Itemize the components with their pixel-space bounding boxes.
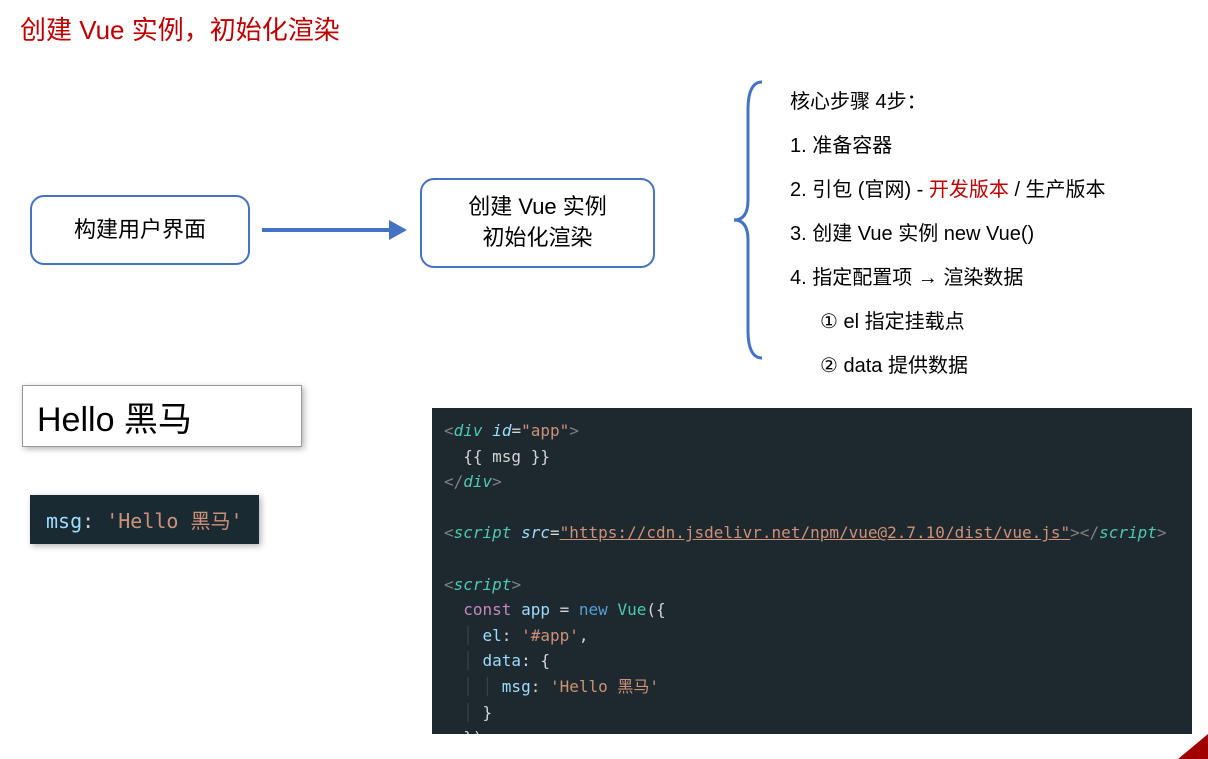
c25: app: [521, 600, 550, 619]
c19: script: [1099, 523, 1157, 542]
step-2-pre: 2. 引包 (官网) -: [790, 179, 929, 201]
box-left-text: 构建用户界面: [74, 215, 206, 246]
msg-colon: :: [82, 509, 106, 533]
step-sub2: ② data 提供数据: [790, 344, 1106, 388]
c8: {{ msg }}: [444, 447, 550, 466]
c5: =: [511, 421, 521, 440]
c7: >: [569, 421, 579, 440]
step-2: 2. 引包 (官网) - 开发版本 / 生产版本: [790, 168, 1106, 212]
c17: "https://cdn.jsdelivr.net/npm/vue@2.7.10…: [560, 523, 1071, 542]
steps-list: 核心步骤 4步： 1. 准备容器 2. 引包 (官网) - 开发版本 / 生产版…: [790, 80, 1106, 388]
box-create-vue: 创建 Vue 实例 初始化渲染: [420, 178, 655, 268]
step-sub1: ① el 指定挂载点: [790, 300, 1106, 344]
c28: Vue: [617, 600, 646, 619]
hello-text: Hello 黑马: [37, 392, 192, 441]
c10: div: [463, 472, 492, 491]
arrow-icon: [262, 222, 407, 238]
step-2-red: 开发版本: [929, 179, 1009, 201]
c26: =: [550, 600, 579, 619]
c38: }): [463, 728, 482, 734]
step-1: 1. 准备容器: [790, 124, 1106, 168]
corner-decoration: [1178, 734, 1208, 759]
c3: [483, 421, 493, 440]
c11: >: [492, 472, 502, 491]
c13: script: [454, 523, 512, 542]
c31: '#app': [521, 626, 579, 645]
code-block: <div id="app"> {{ msg }} </div> <script …: [432, 408, 1192, 734]
brace-icon: [730, 80, 770, 360]
c16: =: [550, 523, 560, 542]
c12: <: [444, 523, 454, 542]
step-3: 3. 创建 Vue 实例 new Vue(): [790, 212, 1106, 256]
c14: [511, 523, 521, 542]
box-right-line2: 初始化渲染: [468, 223, 607, 254]
c36: 'Hello 黑马': [550, 677, 659, 696]
msg-val: 'Hello 黑马': [106, 509, 242, 533]
page-title: 创建 Vue 实例，初始化渲染: [20, 10, 340, 47]
c29: ({: [646, 600, 665, 619]
c1: <: [444, 421, 454, 440]
c20: >: [1157, 523, 1167, 542]
box-right-line1: 创建 Vue 实例: [468, 192, 607, 223]
c35: msg: [502, 677, 531, 696]
step-2-post: / 生产版本: [1009, 179, 1106, 201]
c4: id: [492, 421, 511, 440]
c22: script: [454, 575, 512, 594]
c34: : {: [521, 651, 550, 670]
c2: div: [454, 421, 483, 440]
c33: data: [483, 651, 522, 670]
c37: }: [483, 703, 493, 722]
c23: >: [511, 575, 521, 594]
c18: ></: [1070, 523, 1099, 542]
c6: "app": [521, 421, 569, 440]
c32: ,: [579, 626, 589, 645]
hello-output: Hello 黑马: [22, 385, 302, 447]
step-4: 4. 指定配置项 → 渲染数据: [790, 256, 1106, 300]
c30: el: [483, 626, 502, 645]
msg-key: msg: [46, 509, 82, 533]
c21: <: [444, 575, 454, 594]
msg-snippet: msg: 'Hello 黑马': [30, 495, 259, 544]
c9: </: [444, 472, 463, 491]
c27: new: [579, 600, 608, 619]
box-build-ui: 构建用户界面: [30, 195, 250, 265]
steps-heading: 核心步骤 4步：: [790, 80, 1106, 124]
c15: src: [521, 523, 550, 542]
c24: const: [463, 600, 511, 619]
